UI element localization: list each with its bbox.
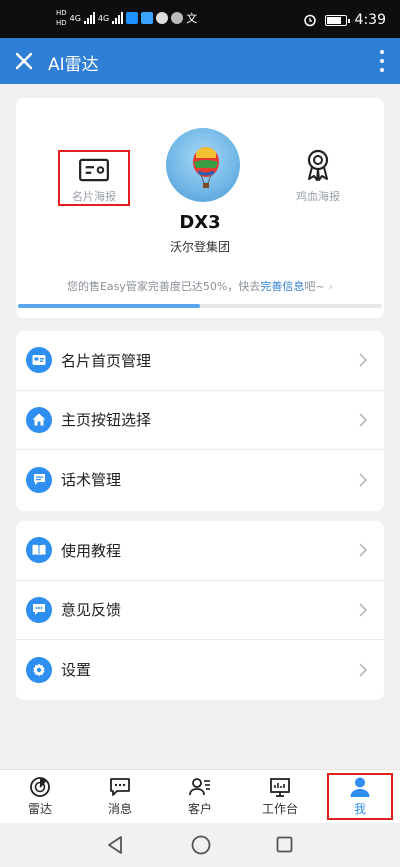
card-icon xyxy=(26,347,52,374)
menu-group-1: 名片首页管理 主页按钮选择 话术管理 xyxy=(16,331,384,511)
app-notification-icon-2 xyxy=(141,12,154,24)
chevron-right-icon xyxy=(359,473,368,487)
tab-workbench[interactable]: 工作台 xyxy=(240,770,320,823)
menu-item-label: 话术管理 xyxy=(61,471,122,490)
avatar[interactable] xyxy=(166,128,240,202)
script-icon xyxy=(26,466,52,493)
signal-icon-2 xyxy=(112,12,124,24)
business-card-poster-label: 名片海报 xyxy=(72,190,116,203)
recent-apps-icon[interactable] xyxy=(276,836,293,853)
menu-item-label: 设置 xyxy=(61,661,92,680)
menu-item-label: 使用教程 xyxy=(61,541,122,560)
complete-info-link[interactable]: 完善信息 xyxy=(260,280,304,293)
business-card-poster-button[interactable]: 名片海报 xyxy=(58,150,130,206)
chevron-right-icon: › xyxy=(328,280,333,293)
hot-air-balloon-image xyxy=(193,147,219,188)
menu-item-home-button-select[interactable]: 主页按钮选择 xyxy=(16,391,384,450)
completeness-progress-fill xyxy=(18,304,200,308)
tab-me[interactable]: 我 xyxy=(320,770,400,823)
status-left-icons: HD HD 4G 4G 文 xyxy=(56,9,197,27)
book-icon xyxy=(26,537,52,564)
notification-icon xyxy=(171,12,184,24)
chat-notification-icon xyxy=(156,12,169,24)
feedback-icon xyxy=(26,596,52,623)
status-time: 4:39 xyxy=(354,12,386,28)
app-bar: AI雷达 xyxy=(0,38,400,84)
message-icon xyxy=(110,778,130,796)
user-organization: 沃尔登集团 xyxy=(169,240,230,254)
chevron-right-icon xyxy=(359,663,368,677)
tab-label: 客户 xyxy=(187,802,212,816)
menu-group-2: 使用教程 意见反馈 设置 xyxy=(16,521,384,700)
radar-icon xyxy=(30,777,50,797)
profile-completeness-text[interactable]: 您的售Easy管家完善度已达50%，快去完善信息吧~ › xyxy=(16,278,384,294)
tab-customers[interactable]: 客户 xyxy=(160,770,240,823)
back-icon[interactable] xyxy=(106,835,124,855)
menu-item-label: 主页按钮选择 xyxy=(61,411,152,430)
completeness-suffix: 吧~ xyxy=(304,280,325,293)
chevron-right-icon xyxy=(359,353,368,367)
more-menu-icon[interactable] xyxy=(378,50,386,72)
home-icon xyxy=(26,406,52,433)
network-left: 4G xyxy=(69,13,81,23)
signal-icon xyxy=(83,12,95,24)
hd-icon: HD HD xyxy=(56,9,67,27)
motivation-poster-button[interactable]: 鸡血海报 xyxy=(288,148,348,204)
completeness-prefix: 您的售Easy管家完善度已达50%，快去 xyxy=(66,280,261,293)
battery-icon xyxy=(324,14,350,26)
menu-item-label: 意见反馈 xyxy=(61,601,122,620)
tab-label: 工作台 xyxy=(261,802,298,816)
business-card-icon xyxy=(79,158,109,182)
customer-icon xyxy=(189,778,210,796)
home-circle-icon[interactable] xyxy=(191,835,211,855)
workbench-icon xyxy=(270,778,290,797)
chevron-right-icon xyxy=(359,603,368,617)
completeness-progress-bar xyxy=(18,304,382,308)
system-nav-bar xyxy=(0,823,400,867)
tab-label: 消息 xyxy=(107,802,132,816)
page-title: AI雷达 xyxy=(48,55,99,75)
gear-icon xyxy=(26,656,52,683)
user-name: DX3 xyxy=(179,212,221,233)
profile-card: 名片海报 鸡血海报 DX3 沃尔登集团 您的售Easy管家完善度已达50%，快去… xyxy=(16,98,384,318)
menu-item-feedback[interactable]: 意见反馈 xyxy=(16,581,384,640)
menu-item-tutorial[interactable]: 使用教程 xyxy=(16,521,384,581)
menu-item-label: 名片首页管理 xyxy=(61,351,152,370)
bottom-nav: 雷达 消息 客户 工作台 我 xyxy=(0,769,400,823)
tab-radar[interactable]: 雷达 xyxy=(0,770,80,823)
network-right: 4G xyxy=(97,13,110,23)
translate-icon: 文 xyxy=(186,12,198,25)
highlight-box xyxy=(327,773,393,820)
menu-item-card-home-management[interactable]: 名片首页管理 xyxy=(16,331,384,391)
close-icon[interactable] xyxy=(12,49,36,73)
menu-item-script-management[interactable]: 话术管理 xyxy=(16,450,384,510)
status-bar: HD HD 4G 4G 文 4:39 xyxy=(0,0,400,38)
app-notification-icon xyxy=(126,12,139,24)
status-right-icons: 4:39 xyxy=(303,12,386,28)
alarm-icon xyxy=(303,14,316,27)
tab-label: 雷达 xyxy=(27,802,52,816)
menu-item-settings[interactable]: 设置 xyxy=(16,640,384,700)
medal-icon xyxy=(307,149,329,181)
chevron-right-icon xyxy=(359,543,368,557)
chevron-right-icon xyxy=(359,413,368,427)
tab-messages[interactable]: 消息 xyxy=(80,770,160,823)
motivation-poster-label: 鸡血海报 xyxy=(296,190,340,203)
